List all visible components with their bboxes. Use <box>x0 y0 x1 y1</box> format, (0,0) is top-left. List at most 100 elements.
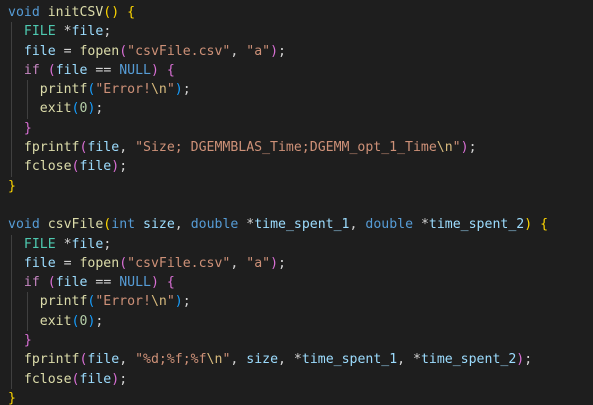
code-line[interactable]: } <box>0 118 593 139</box>
indent-guide <box>11 331 12 351</box>
code-token: file <box>71 24 104 40</box>
code-token: " <box>166 294 175 310</box>
code-token: void <box>8 217 40 233</box>
code-line[interactable]: fclose(file); <box>0 157 593 177</box>
code-line[interactable]: file = fopen("csvFile.csv", "a"); <box>0 41 593 61</box>
code-token: ) <box>270 43 279 59</box>
code-line[interactable]: fprintf(file, "%d;%f;%f\n", size, *time_… <box>0 350 593 370</box>
code-token: } <box>23 120 32 136</box>
code-token: , <box>174 217 191 233</box>
indent-guide <box>11 80 12 100</box>
code-line[interactable]: exit(0); <box>0 311 593 332</box>
code-token: file <box>87 140 120 156</box>
code-token: ) <box>111 371 120 387</box>
code-token: } <box>8 178 16 194</box>
code-line[interactable]: exit(0); <box>0 99 593 119</box>
indent-guide <box>11 60 12 81</box>
code-token: , <box>230 352 247 368</box>
code-token: ; <box>278 255 286 271</box>
code-line[interactable]: void csvFile(int size, double *time_spen… <box>0 215 593 234</box>
code-token: * <box>238 217 255 233</box>
code-token: fprintf <box>23 140 80 156</box>
indent-guide <box>11 350 12 370</box>
code-line[interactable]: void initCSV() { <box>0 3 593 22</box>
code-line[interactable]: FILE *file; <box>0 22 593 42</box>
code-token: void <box>8 5 40 20</box>
code-token: if <box>23 62 40 78</box>
code-token: file <box>55 275 88 291</box>
code-token: ; <box>103 24 112 40</box>
code-token: file <box>55 62 88 78</box>
code-line[interactable]: } <box>0 177 593 196</box>
code-line[interactable]: file = fopen("csvFile.csv", "a"); <box>0 253 593 274</box>
code-token: == <box>87 62 120 78</box>
code-line[interactable]: printf("Error!\n"); <box>0 80 593 100</box>
code-token: ) <box>524 217 533 233</box>
code-token: file <box>79 371 112 387</box>
code-token: csvFile <box>47 217 104 233</box>
code-token: () <box>103 5 120 20</box>
code-token: file <box>79 159 112 175</box>
code-token: \n <box>150 294 167 310</box>
code-token: ) <box>270 255 279 271</box>
indent-guide <box>11 99 12 119</box>
code-token: FILE <box>23 236 56 252</box>
code-token: double <box>190 217 239 233</box>
code-token: ; <box>182 82 191 98</box>
code-line[interactable]: fprintf(file, "Size; DGEMMBLAS_Time;DGEM… <box>0 138 593 158</box>
code-token: printf <box>39 294 88 310</box>
code-token: "Size; DGEMMBLAS_Time;DGEMM_opt_1_Time <box>135 140 437 156</box>
code-token: { <box>166 275 175 291</box>
code-line[interactable]: if (file == NULL) { <box>0 60 593 81</box>
code-token: * <box>55 24 72 40</box>
indent-guide <box>11 292 12 312</box>
indent-guide <box>11 22 12 42</box>
code-token: size <box>143 217 175 233</box>
code-editor[interactable]: void initCSV() { FILE *file; file = fope… <box>0 0 593 405</box>
code-line[interactable]: fclose(file); <box>0 369 593 389</box>
code-token: \n <box>436 140 453 156</box>
code-line[interactable]: } <box>0 389 593 405</box>
code-token: ; <box>119 159 128 175</box>
code-token: time_spent_2 <box>428 217 525 233</box>
code-token: if <box>23 275 40 291</box>
code-line[interactable]: printf("Error!\n"); <box>0 292 593 312</box>
code-token: ) <box>150 62 159 78</box>
code-token: \n <box>150 82 167 98</box>
code-token: } <box>23 333 32 349</box>
code-token: file <box>71 236 104 252</box>
code-token: size <box>246 352 279 368</box>
code-token: "%d;%f;%f <box>135 352 207 368</box>
code-line[interactable]: if (file == NULL) { <box>0 273 593 293</box>
code-token: ; <box>95 101 104 117</box>
code-token: initCSV <box>47 5 104 20</box>
code-token: time_spent_2 <box>420 352 517 368</box>
indent-guide <box>11 138 12 158</box>
code-line[interactable]: FILE *file; <box>0 234 593 254</box>
code-token: fclose <box>23 159 72 175</box>
code-token: " <box>166 82 175 98</box>
code-token: , <box>349 217 366 233</box>
code-token: = <box>55 255 80 271</box>
code-token: ) <box>460 140 469 156</box>
code-token: file <box>87 352 120 368</box>
code-token: exit <box>39 101 72 117</box>
code-line[interactable] <box>0 196 593 215</box>
code-token: time_spent_1 <box>254 217 350 233</box>
indent-guide <box>27 80 28 100</box>
code-token: ) <box>174 294 183 310</box>
code-line[interactable]: } <box>0 331 593 351</box>
code-token: , <box>230 43 247 59</box>
code-token: , <box>230 255 247 271</box>
indent-guide <box>27 292 28 312</box>
code-token: ; <box>103 236 112 252</box>
code-token: ; <box>524 352 533 368</box>
code-token: = <box>55 43 80 59</box>
code-token: ; <box>468 140 477 156</box>
